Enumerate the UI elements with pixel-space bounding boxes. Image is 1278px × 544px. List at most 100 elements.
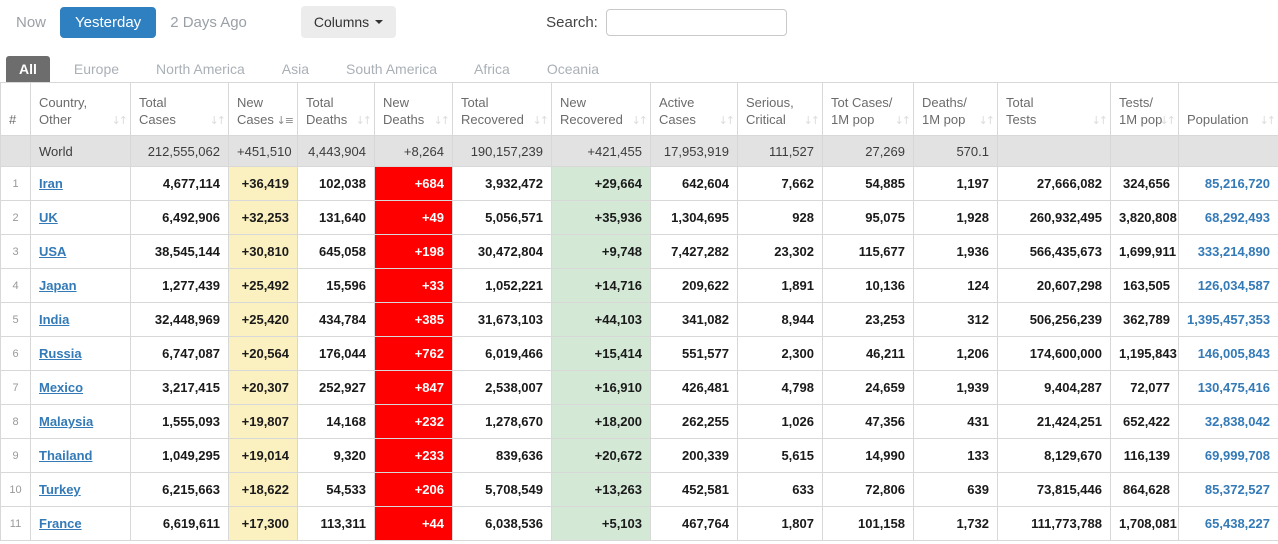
country-link-france[interactable]: France [39,516,82,531]
cell-population[interactable]: 69,999,708 [1178,438,1278,473]
cell-deaths-per-1m: 312 [913,302,998,337]
header-cell-total-tests[interactable]: Total Tests ↓↑ [997,82,1111,136]
country-link-iran[interactable]: Iran [39,176,63,191]
columns-dropdown-button[interactable]: Columns [300,6,397,38]
cell-total-recovered: 3,932,472 [452,166,552,201]
cell-total-deaths: 102,038 [297,166,375,201]
cell-cases-per-1m: 10,136 [822,268,914,303]
cell-new-cases: +32,253 [228,200,298,235]
time-button-yesterday[interactable]: Yesterday [60,6,157,38]
tab-south-america[interactable]: South America [333,56,450,82]
time-button-2-days-ago[interactable]: 2 Days Ago [162,8,255,37]
cell-total-deaths: 252,927 [297,370,375,405]
header-cell-tests-per-1m[interactable]: Tests/1M pop ↓↑ [1110,82,1179,136]
cell-new-recovered: +29,664 [551,166,651,201]
search-label: Search: [546,13,598,31]
country-link-russia[interactable]: Russia [39,346,82,361]
cell-serious-critical: 4,798 [737,370,823,405]
header-cell-serious-critical[interactable]: Serious, Critical ↓↑ [737,82,823,136]
cell-total-recovered: 31,673,103 [452,302,552,337]
header-cell-new-recovered[interactable]: New Recovered ↓↑ [551,82,651,136]
header-label: Total [1006,95,1034,110]
header-cell-deaths-per-1m[interactable]: Deaths/1M pop ↓↑ [913,82,998,136]
cell-population[interactable]: 65,438,227 [1178,506,1278,541]
cell-tests-per-1m: 116,139 [1110,438,1179,473]
cell-rank: 9 [0,438,31,473]
tab-oceania[interactable]: Oceania [534,56,612,82]
country-row: 7 Mexico 3,217,415 +20,307 252,927 +847 2,538,… [0,370,1278,405]
cell-total-recovered: 839,636 [452,438,552,473]
cell-population[interactable]: 146,005,843 [1178,336,1278,371]
country-link-uk[interactable]: UK [39,210,58,225]
cell-population[interactable]: 333,214,890 [1178,234,1278,269]
header-cell-population[interactable]: Population ↓↑ [1178,82,1278,136]
country-link-mexico[interactable]: Mexico [39,380,83,395]
cell-country: World [30,135,131,167]
cell-new-recovered: +14,716 [551,268,651,303]
cell-country: UK [30,200,131,235]
cell-total-tests: 27,666,082 [997,166,1111,201]
tab-north-america[interactable]: North America [143,56,258,82]
cell-total-deaths: 9,320 [297,438,375,473]
cell-active-cases: 452,581 [650,472,738,507]
country-link-usa[interactable]: USA [39,244,66,259]
tab-asia[interactable]: Asia [269,56,322,82]
country-link-turkey[interactable]: Turkey [39,482,81,497]
country-row: 4 Japan 1,277,439 +25,492 15,596 +33 1,052,221… [0,268,1278,303]
cell-tests-per-1m: 1,699,911 [1110,234,1179,269]
cell-rank: 7 [0,370,31,405]
sort-icon: ↓↑ [355,114,373,127]
cell-deaths-per-1m: 1,732 [913,506,998,541]
header-label: New [560,95,587,110]
country-link-malaysia[interactable]: Malaysia [39,414,93,429]
cell-new-recovered: +20,672 [551,438,651,473]
covid-stats-table: # Country, Other ↓↑ Total Cases ↓↑ New Cases ↓≡ To… [0,82,1278,541]
header-cell-new-deaths[interactable]: New Deaths ↓↑ [374,82,453,136]
cell-new-deaths: +8,264 [374,135,453,167]
cell-total-deaths: 176,044 [297,336,375,371]
cell-total-tests: 20,607,298 [997,268,1111,303]
cell-total-cases: 4,677,114 [130,166,229,201]
country-link-thailand[interactable]: Thailand [39,448,92,463]
cell-total-recovered: 190,157,239 [452,135,552,167]
sort-icon: ↓↑ [532,114,550,127]
tab-europe[interactable]: Europe [61,56,132,82]
cell-new-recovered: +5,103 [551,506,651,541]
header-cell-total-recovered[interactable]: Total Recovered ↓↑ [452,82,552,136]
cell-population[interactable]: 32,838,042 [1178,404,1278,439]
cell-deaths-per-1m: 1,928 [913,200,998,235]
cell-new-deaths: +49 [374,200,453,235]
header-cell-total-cases[interactable]: Total Cases ↓↑ [130,82,229,136]
cell-total-tests: 73,815,446 [997,472,1111,507]
header-cell-country[interactable]: Country, Other ↓↑ [30,82,131,136]
cell-new-cases: +20,307 [228,370,298,405]
cell-active-cases: 262,255 [650,404,738,439]
table-header: # Country, Other ↓↑ Total Cases ↓↑ New Cases ↓≡ To… [0,82,1278,136]
cell-new-recovered: +9,748 [551,234,651,269]
header-cell-cases-per-1m[interactable]: Tot Cases/1M pop ↓↑ [822,82,914,136]
header-label: Tests/ [1119,95,1153,110]
cell-population[interactable]: 68,292,493 [1178,200,1278,235]
cell-population[interactable]: 85,216,720 [1178,166,1278,201]
cell-deaths-per-1m: 1,206 [913,336,998,371]
header-cell-active-cases[interactable]: Active Cases ↓↑ [650,82,738,136]
cell-total-recovered: 6,019,466 [452,336,552,371]
cell-population[interactable]: 1,395,457,353 [1178,302,1278,337]
country-link-india[interactable]: India [39,312,69,327]
sort-icon: ↓↑ [718,114,736,127]
search-input[interactable] [605,8,787,36]
country-link-japan[interactable]: Japan [39,278,77,293]
header-cell-total-deaths[interactable]: Total Deaths ↓↑ [297,82,375,136]
header-cell-new-cases[interactable]: New Cases ↓≡ [228,82,298,136]
tab-all[interactable]: All [6,56,50,82]
cell-population[interactable]: 126,034,587 [1178,268,1278,303]
cell-total-tests: 8,129,670 [997,438,1111,473]
cell-country: Russia [30,336,131,371]
cell-population[interactable]: 130,475,416 [1178,370,1278,405]
tab-africa[interactable]: Africa [461,56,523,82]
country-row: 11 France 6,619,611 +17,300 113,311 +44 6,038,… [0,506,1278,541]
cell-deaths-per-1m: 1,936 [913,234,998,269]
cell-population[interactable]: 85,372,527 [1178,472,1278,507]
cell-new-deaths: +206 [374,472,453,507]
time-button-now[interactable]: Now [8,8,54,37]
